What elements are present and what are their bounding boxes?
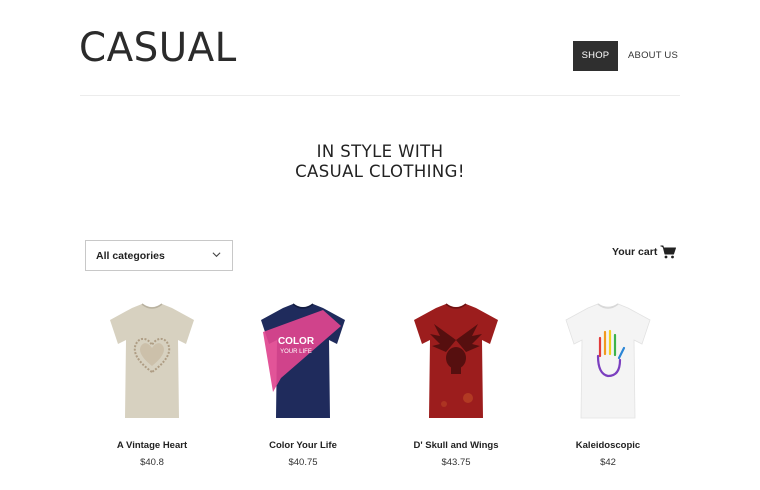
cart-label: Your cart (612, 246, 658, 258)
product-card[interactable]: COLOR YOUR LIFE Color Your Life $40.75 (228, 300, 378, 469)
cart-button[interactable]: Your cart (612, 245, 677, 259)
product-image[interactable] (102, 300, 202, 422)
header-divider (80, 95, 680, 96)
product-card[interactable]: D' Skull and Wings $43.75 (381, 300, 531, 469)
nav-shop[interactable]: SHOP (573, 41, 618, 71)
product-card[interactable]: A Vintage Heart $40.8 (77, 300, 227, 469)
main-nav: SHOP ABOUT US (573, 41, 678, 71)
category-select-value: All categories (96, 250, 165, 262)
hero-heading: IN STYLE WITH CASUAL CLOTHING! (230, 142, 530, 182)
hero-line-2: CASUAL CLOTHING! (295, 162, 465, 181)
cart-icon (660, 245, 677, 259)
site-logo[interactable]: CASUAL (79, 24, 237, 72)
tshirt-body (565, 303, 651, 419)
product-name[interactable]: Kaleidoscopic (533, 440, 683, 452)
hero-line-1: IN STYLE WITH (316, 142, 444, 161)
product-price: $42 (600, 457, 616, 468)
product-price: $40.8 (140, 457, 164, 468)
print-text-your-life: YOUR LIFE (280, 349, 312, 355)
product-name[interactable]: Color Your Life (228, 440, 378, 452)
product-name[interactable]: A Vintage Heart (77, 440, 227, 452)
product-price: $40.75 (288, 457, 318, 468)
nav-about-us[interactable]: ABOUT US (618, 41, 678, 71)
product-image[interactable]: COLOR YOUR LIFE (253, 300, 353, 422)
product-price: $43.75 (441, 457, 471, 468)
product-card[interactable]: Kaleidoscopic $42 (533, 300, 683, 469)
print-text-color: COLOR (278, 336, 315, 347)
chevron-down-icon (212, 252, 221, 258)
product-name[interactable]: D' Skull and Wings (381, 440, 531, 452)
product-image[interactable] (406, 300, 506, 422)
category-select[interactable]: All categories (85, 240, 233, 271)
product-image[interactable] (558, 300, 658, 422)
